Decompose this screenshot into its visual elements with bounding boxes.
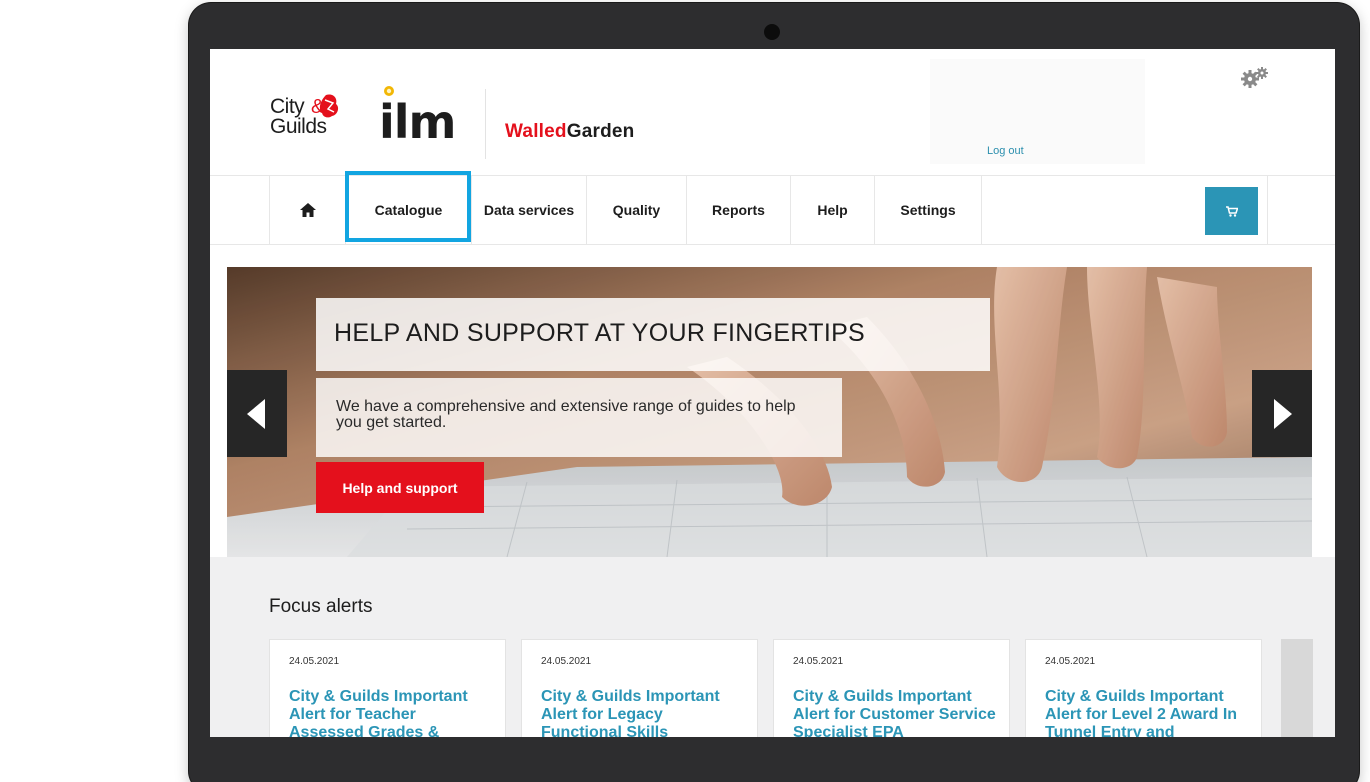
cart-button[interactable]: [1205, 187, 1258, 235]
nav-data-services[interactable]: Data services: [472, 176, 587, 244]
nav-reports[interactable]: Reports: [687, 176, 791, 244]
logout-link[interactable]: Log out: [987, 145, 1024, 157]
city-guilds-logo[interactable]: City Guilds &: [270, 91, 342, 141]
nav-home[interactable]: [269, 176, 346, 244]
alert-card-next-stub[interactable]: [1281, 639, 1313, 737]
nav-settings[interactable]: Settings: [875, 176, 982, 244]
hero-subtitle-box: We have a comprehensive and extensive ra…: [316, 378, 842, 457]
hero-title: HELP AND SUPPORT AT YOUR FINGERTIPS: [334, 319, 866, 347]
alert-date: 24.05.2021: [793, 656, 844, 667]
laptop-frame: City Guilds & ilm WalledGarden Log out C…: [189, 3, 1359, 782]
svg-text:ilm: ilm: [379, 95, 455, 145]
brand-prefix: Walled: [505, 121, 567, 142]
focus-alerts-title: Focus alerts: [269, 596, 373, 617]
walled-garden-brand: WalledGarden: [505, 121, 634, 143]
alert-title[interactable]: City & Guilds Important Alert for Custom…: [793, 688, 998, 737]
nav-help[interactable]: Help: [791, 176, 875, 244]
hero-title-box: HELP AND SUPPORT AT YOUR FINGERTIPS: [316, 298, 990, 371]
alert-title[interactable]: City & Guilds Important Alert for Legacy…: [541, 688, 746, 737]
logo-divider: [485, 89, 486, 159]
carousel-next-button[interactable]: [1252, 370, 1312, 457]
ilm-logo[interactable]: ilm: [377, 83, 477, 145]
main-nav: Catalogue Data services Quality Reports …: [210, 171, 1335, 245]
alert-card[interactable]: 24.05.2021 City & Guilds Important Alert…: [521, 639, 758, 737]
alert-card[interactable]: 24.05.2021 City & Guilds Important Alert…: [1025, 639, 1262, 737]
screen: City Guilds & ilm WalledGarden Log out C…: [210, 49, 1335, 737]
gear-icon[interactable]: [1240, 65, 1270, 91]
catalogue-highlight: [345, 171, 471, 242]
nav-quality[interactable]: Quality: [587, 176, 687, 244]
site-header: City Guilds & ilm WalledGarden Log out: [210, 49, 1335, 175]
hero-carousel: HELP AND SUPPORT AT YOUR FINGERTIPS We h…: [227, 267, 1312, 557]
user-panel: [930, 59, 1145, 164]
alert-card[interactable]: 24.05.2021 City & Guilds Important Alert…: [269, 639, 506, 737]
carousel-prev-button[interactable]: [227, 370, 287, 457]
webcam: [764, 24, 780, 40]
alert-date: 24.05.2021: [289, 656, 340, 667]
cart-icon: [1225, 205, 1238, 217]
alert-card[interactable]: 24.05.2021 City & Guilds Important Alert…: [773, 639, 1010, 737]
svg-text:Guilds: Guilds: [270, 115, 327, 138]
home-icon: [299, 203, 316, 217]
alert-date: 24.05.2021: [1045, 656, 1096, 667]
focus-alerts-section: Focus alerts 24.05.2021 City & Guilds Im…: [210, 557, 1335, 737]
arrow-left-icon: [247, 398, 265, 429]
alert-title[interactable]: City & Guilds Important Alert for Teache…: [289, 688, 494, 737]
help-and-support-button[interactable]: Help and support: [316, 462, 484, 513]
alert-date: 24.05.2021: [541, 656, 592, 667]
nav-divider: [1267, 176, 1268, 244]
arrow-right-icon: [1274, 398, 1292, 429]
brand-suffix: Garden: [566, 121, 635, 142]
alert-title[interactable]: City & Guilds Important Alert for Level …: [1045, 688, 1250, 737]
hero-subtitle: We have a comprehensive and extensive ra…: [336, 398, 796, 431]
